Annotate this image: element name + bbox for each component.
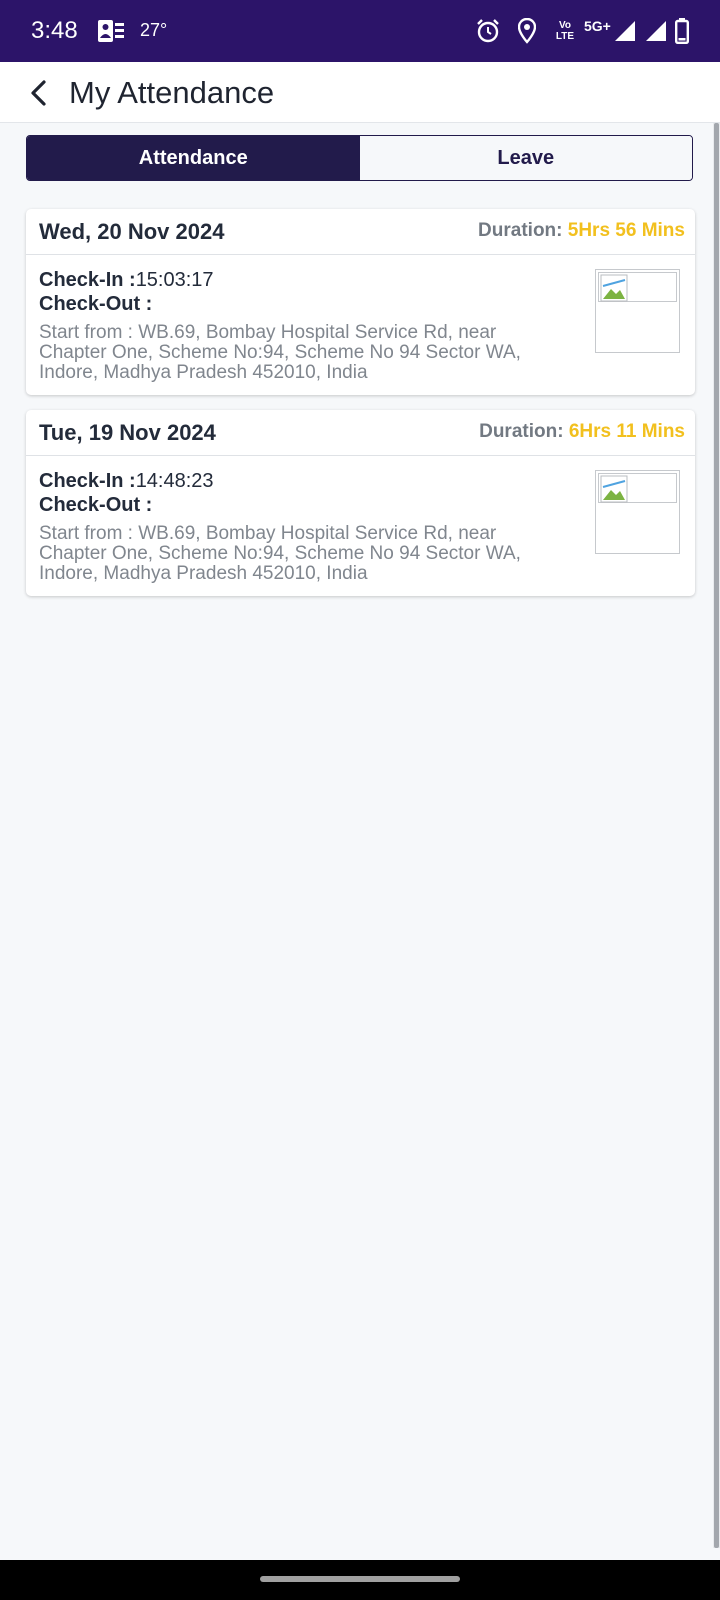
card-header: Wed, 20 Nov 2024 Duration: 5Hrs 56 Mins <box>26 209 695 255</box>
battery-icon <box>675 18 690 49</box>
location-icon <box>517 17 537 49</box>
people-icon <box>97 19 125 43</box>
attendance-date: Wed, 20 Nov 2024 <box>39 219 225 244</box>
tab-attendance[interactable]: Attendance <box>27 136 360 180</box>
check-in-value: 15:03:17 <box>135 269 214 291</box>
duration-value: 5Hrs 56 Mins <box>567 220 685 241</box>
duration-value: 6Hrs 11 Mins <box>568 421 685 442</box>
check-in-row: Check-In :14:48:23 <box>39 470 214 493</box>
check-out-label: Check-Out : <box>39 293 153 315</box>
attendance-card[interactable]: Wed, 20 Nov 2024 Duration: 5Hrs 56 Mins … <box>26 209 695 395</box>
check-in-photo[interactable] <box>595 470 680 554</box>
duration: Duration: 6Hrs 11 Mins <box>479 421 685 443</box>
status-bar: 3:48 27° Vo LTE 5G+ <box>0 0 720 62</box>
tab-leave[interactable]: Leave <box>359 136 692 180</box>
duration-label: Duration: <box>478 220 563 241</box>
duration-label: Duration: <box>479 421 564 442</box>
location-address: Start from : WB.69, Bombay Hospital Serv… <box>39 523 521 584</box>
card-body: Check-In :15:03:17 Check-Out : Start fro… <box>26 255 695 395</box>
status-temperature: 27° <box>140 20 168 40</box>
broken-image-icon <box>598 473 677 503</box>
home-gesture-handle[interactable] <box>260 1576 460 1582</box>
check-in-row: Check-In :15:03:17 <box>39 269 214 292</box>
scrollbar-thumb[interactable] <box>714 123 719 1548</box>
card-body: Check-In :14:48:23 Check-Out : Start fro… <box>26 456 695 596</box>
location-address: Start from : WB.69, Bombay Hospital Serv… <box>39 322 521 383</box>
scrollbar[interactable] <box>713 123 720 1548</box>
5g-icon: 5G+ <box>584 18 611 34</box>
duration: Duration: 5Hrs 56 Mins <box>478 220 685 242</box>
volte-icon: Vo LTE <box>555 20 575 42</box>
attendance-date: Tue, 19 Nov 2024 <box>39 420 216 445</box>
status-time: 3:48 <box>31 17 78 44</box>
signal-icon <box>614 20 636 47</box>
app-header: My Attendance <box>0 62 720 123</box>
check-in-label: Check-In : <box>39 470 136 492</box>
check-in-label: Check-In : <box>39 269 136 291</box>
broken-image-icon <box>598 272 677 302</box>
check-in-photo[interactable] <box>595 269 680 353</box>
signal-icon <box>645 20 667 47</box>
back-arrow-icon[interactable] <box>24 78 54 108</box>
attendance-card[interactable]: Tue, 19 Nov 2024 Duration: 6Hrs 11 Mins … <box>26 410 695 596</box>
check-out-label: Check-Out : <box>39 494 153 516</box>
check-out-row: Check-Out : <box>39 293 152 316</box>
check-out-row: Check-Out : <box>39 494 152 517</box>
check-in-value: 14:48:23 <box>135 470 214 492</box>
system-nav-bar <box>0 1560 720 1600</box>
card-header: Tue, 19 Nov 2024 Duration: 6Hrs 11 Mins <box>26 410 695 456</box>
page-title: My Attendance <box>69 75 275 110</box>
tab-bar: Attendance Leave <box>26 135 693 181</box>
alarm-icon <box>476 18 500 49</box>
